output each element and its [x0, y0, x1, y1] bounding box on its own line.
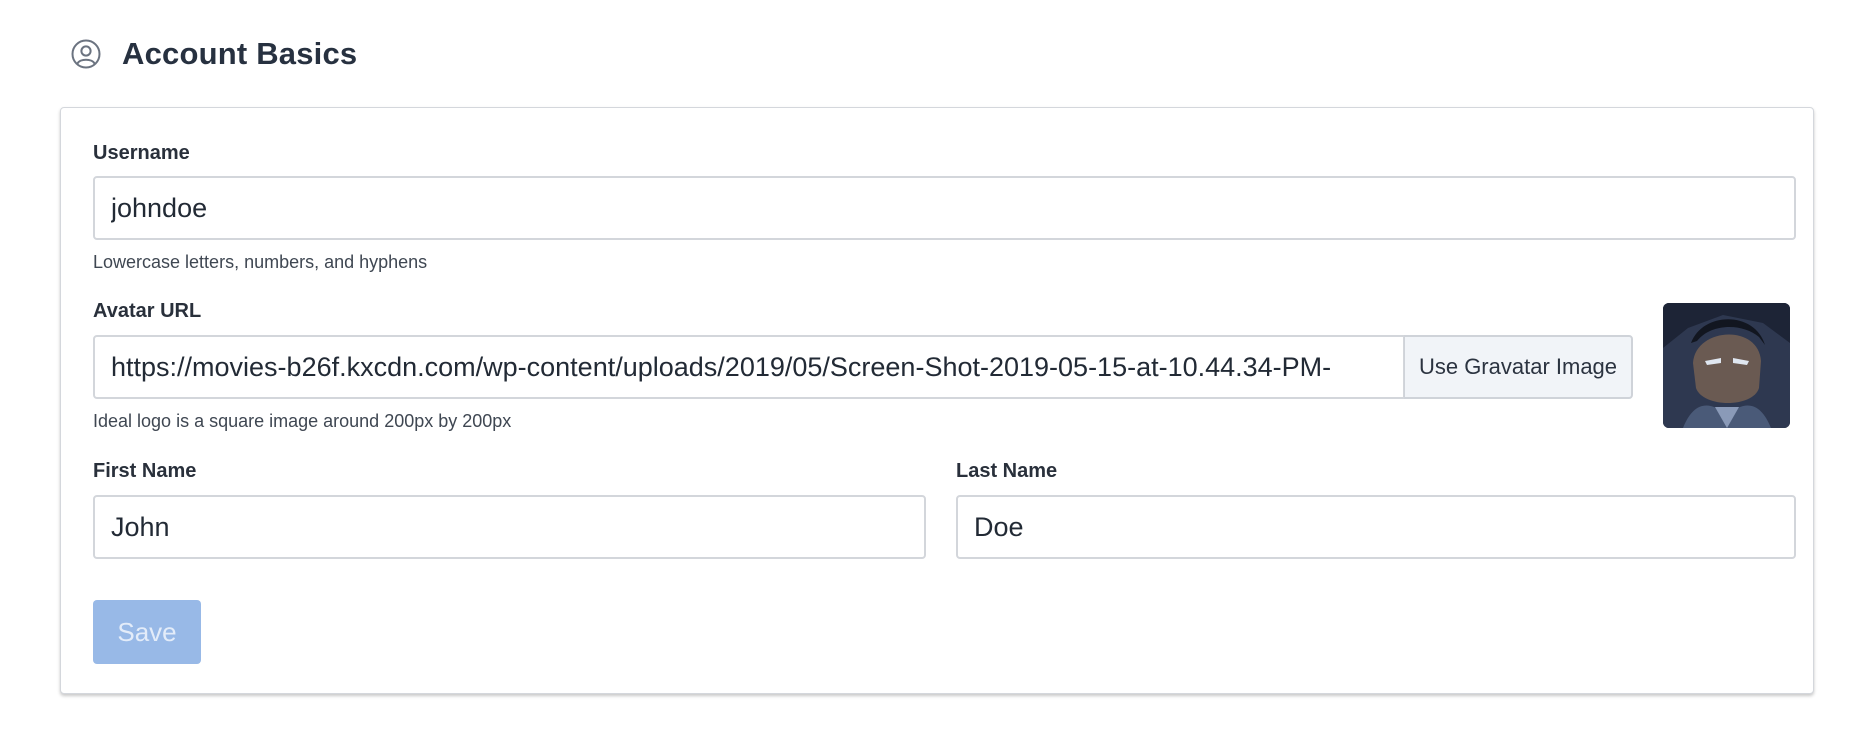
last-name-input[interactable]: Doe	[956, 495, 1796, 559]
first-name-input[interactable]: John	[93, 495, 926, 559]
avatar-url-label: Avatar URL	[93, 300, 202, 322]
page-title: Account Basics	[122, 36, 358, 71]
first-name-label: First Name	[93, 460, 197, 482]
first-name-value: John	[111, 511, 170, 542]
avatar-help-text: Ideal logo is a square image around 200p…	[93, 411, 512, 431]
user-circle-icon	[71, 39, 101, 69]
section-header: Account Basics	[70, 36, 357, 72]
avatar-preview	[1663, 303, 1790, 428]
avatar-image	[1663, 303, 1790, 428]
save-button[interactable]: Save	[93, 600, 201, 664]
username-input[interactable]: johndoe	[93, 176, 1796, 240]
last-name-value: Doe	[974, 511, 1024, 542]
avatar-url-value: https://movies-b26f.kxcdn.com/wp-content…	[111, 351, 1332, 382]
use-gravatar-button[interactable]: Use Gravatar Image	[1404, 335, 1633, 399]
last-name-label: Last Name	[956, 460, 1058, 482]
avatar-url-input[interactable]: https://movies-b26f.kxcdn.com/wp-content…	[93, 335, 1405, 399]
username-label: Username	[93, 142, 190, 164]
username-help-text: Lowercase letters, numbers, and hyphens	[93, 252, 428, 272]
account-basics-card: Username johndoe Lowercase letters, numb…	[60, 107, 1814, 694]
username-value: johndoe	[111, 192, 208, 223]
